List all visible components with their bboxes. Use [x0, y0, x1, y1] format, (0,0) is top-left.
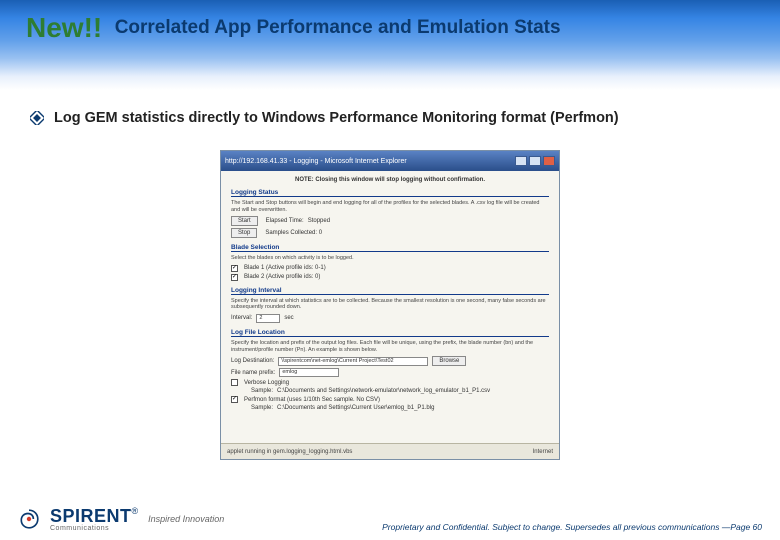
section-logging-status: Logging Status: [231, 189, 549, 197]
elapsed-label: Elapsed Time:: [266, 218, 304, 224]
slide-footer: SPIRENT® Communications Inspired Innovat…: [0, 506, 780, 532]
section-blade-selection: Blade Selection: [231, 244, 549, 252]
window-titlebar: http://192.168.41.33 - Logging - Microso…: [221, 151, 559, 171]
bullet-text: Log GEM statistics directly to Windows P…: [54, 110, 619, 126]
stop-button[interactable]: Stop: [231, 228, 257, 238]
perfmon-label: Perfmon format (uses 1/10th Sec sample. …: [244, 397, 380, 403]
logging-interval-desc: Specify the interval at which statistics…: [231, 298, 549, 311]
statusbar-right: Internet: [533, 449, 553, 455]
sample-label-2: Sample:: [251, 405, 273, 411]
interval-label: Interval:: [231, 315, 252, 321]
perfmon-checkbox[interactable]: [231, 396, 238, 403]
interval-unit: sec: [284, 315, 293, 321]
elapsed-value: Stopped: [308, 218, 330, 224]
blade1-checkbox[interactable]: [231, 265, 238, 272]
verbose-sample: C:\Documents and Settings\network-emulat…: [277, 388, 490, 394]
browser-statusbar: applet running in gem.logging_logging.ht…: [221, 443, 559, 459]
diamond-bullet-icon: [30, 111, 44, 125]
brand-reg: ®: [132, 506, 139, 516]
logging-status-desc: The Start and Stop buttons will begin an…: [231, 200, 549, 213]
blade-selection-desc: Select the blades on which activity is t…: [231, 255, 549, 262]
brand-tagline: Inspired Innovation: [148, 514, 224, 524]
maximize-icon[interactable]: [529, 156, 541, 166]
logo-block: SPIRENT® Communications Inspired Innovat…: [18, 506, 224, 532]
logdest-input[interactable]: \\spirentcom\net-emlog\Current Project\T…: [278, 357, 428, 366]
verbose-checkbox[interactable]: [231, 379, 238, 386]
dialog-note: NOTE: Closing this window will stop logg…: [231, 177, 549, 183]
footer-legal: Proprietary and Confidential. Subject to…: [382, 522, 762, 532]
brand-sub: Communications: [50, 525, 138, 532]
sample-label-1: Sample:: [251, 388, 273, 394]
browse-button[interactable]: Browse: [432, 356, 466, 366]
verbose-label: Verbose Logging: [244, 380, 289, 386]
bullet-row: Log GEM statistics directly to Windows P…: [0, 90, 780, 126]
spirent-swirl-icon: [18, 508, 40, 530]
window-title: http://192.168.41.33 - Logging - Microso…: [225, 158, 407, 165]
brand-name: SPIRENT: [50, 506, 132, 526]
section-logging-interval: Logging Interval: [231, 287, 549, 295]
prefix-input[interactable]: emlog: [279, 368, 339, 377]
statusbar-left: applet running in gem.logging_logging.ht…: [227, 449, 352, 455]
section-logfile-location: Log File Location: [231, 329, 549, 337]
blade2-label: Blade 2 (Active profile ids: 0): [244, 274, 320, 280]
prefix-label: File name prefix:: [231, 370, 275, 376]
minimize-icon[interactable]: [515, 156, 527, 166]
logfile-desc: Specify the location and prefix of the o…: [231, 340, 549, 353]
start-button[interactable]: Start: [231, 216, 258, 226]
close-icon[interactable]: [543, 156, 555, 166]
perfmon-sample: C:\Documents and Settings\Current User\e…: [277, 405, 434, 411]
title-badge: New!!: [26, 12, 102, 44]
title-main: Correlated App Performance and Emulation…: [115, 17, 561, 39]
blade1-label: Blade 1 (Active profile ids: 0-1): [244, 265, 326, 271]
logdest-label: Log Destination:: [231, 358, 274, 364]
blade2-checkbox[interactable]: [231, 274, 238, 281]
samples-label: Samples Collected: 0: [265, 230, 322, 236]
interval-input[interactable]: 2: [256, 314, 280, 323]
window-buttons: [515, 156, 555, 166]
dialog-screenshot: http://192.168.41.33 - Logging - Microso…: [220, 150, 560, 460]
slide-header: New!! Correlated App Performance and Emu…: [0, 0, 780, 90]
